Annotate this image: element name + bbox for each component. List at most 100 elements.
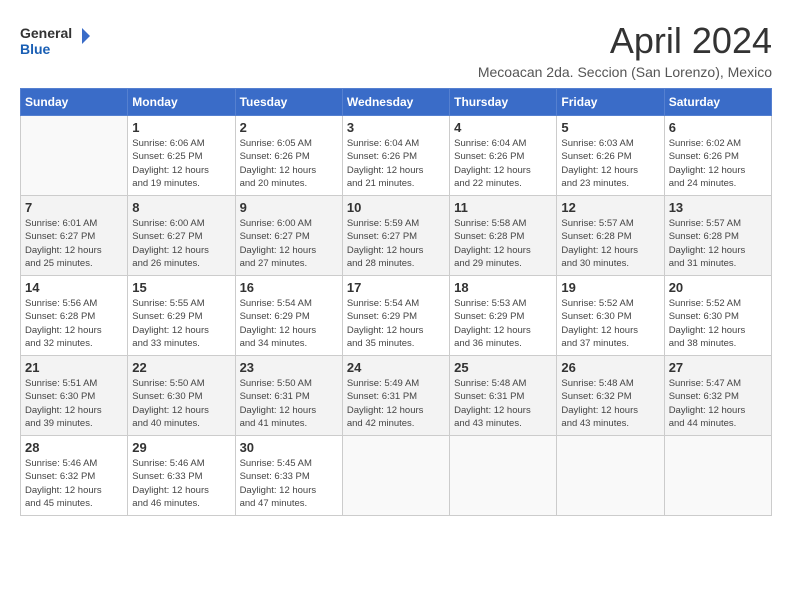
calendar-cell: 6 Sunrise: 6:02 AM Sunset: 6:26 PM Daylig… <box>664 116 771 196</box>
day-info: Sunrise: 6:01 AM Sunset: 6:27 PM Dayligh… <box>25 217 123 270</box>
calendar-cell: 1 Sunrise: 6:06 AM Sunset: 6:25 PM Daylig… <box>128 116 235 196</box>
day-info: Sunrise: 5:59 AM Sunset: 6:27 PM Dayligh… <box>347 217 445 270</box>
day-info: Sunrise: 6:04 AM Sunset: 6:26 PM Dayligh… <box>347 137 445 190</box>
day-info: Sunrise: 5:54 AM Sunset: 6:29 PM Dayligh… <box>347 297 445 350</box>
day-info: Sunrise: 6:02 AM Sunset: 6:26 PM Dayligh… <box>669 137 767 190</box>
calendar-cell: 21 Sunrise: 5:51 AM Sunset: 6:30 PM Dayli… <box>21 356 128 436</box>
day-number: 26 <box>561 360 659 375</box>
day-info: Sunrise: 5:45 AM Sunset: 6:33 PM Dayligh… <box>240 457 338 510</box>
calendar-cell: 2 Sunrise: 6:05 AM Sunset: 6:26 PM Daylig… <box>235 116 342 196</box>
day-number: 19 <box>561 280 659 295</box>
day-info: Sunrise: 5:51 AM Sunset: 6:30 PM Dayligh… <box>25 377 123 430</box>
weekday-header-friday: Friday <box>557 89 664 116</box>
calendar-cell: 10 Sunrise: 5:59 AM Sunset: 6:27 PM Dayli… <box>342 196 449 276</box>
weekday-header-saturday: Saturday <box>664 89 771 116</box>
day-number: 13 <box>669 200 767 215</box>
day-info: Sunrise: 6:04 AM Sunset: 6:26 PM Dayligh… <box>454 137 552 190</box>
day-info: Sunrise: 5:50 AM Sunset: 6:31 PM Dayligh… <box>240 377 338 430</box>
calendar-table: SundayMondayTuesdayWednesdayThursdayFrid… <box>20 88 772 516</box>
day-number: 14 <box>25 280 123 295</box>
week-row-3: 14 Sunrise: 5:56 AM Sunset: 6:28 PM Dayli… <box>21 276 772 356</box>
logo-svg: General Blue <box>20 20 90 60</box>
day-number: 10 <box>347 200 445 215</box>
calendar-cell: 16 Sunrise: 5:54 AM Sunset: 6:29 PM Dayli… <box>235 276 342 356</box>
day-number: 20 <box>669 280 767 295</box>
logo: General Blue <box>20 20 90 60</box>
weekday-header-wednesday: Wednesday <box>342 89 449 116</box>
week-row-1: 1 Sunrise: 6:06 AM Sunset: 6:25 PM Daylig… <box>21 116 772 196</box>
day-info: Sunrise: 5:52 AM Sunset: 6:30 PM Dayligh… <box>669 297 767 350</box>
calendar-cell: 24 Sunrise: 5:49 AM Sunset: 6:31 PM Dayli… <box>342 356 449 436</box>
day-info: Sunrise: 5:58 AM Sunset: 6:28 PM Dayligh… <box>454 217 552 270</box>
location-subtitle: Mecoacan 2da. Seccion (San Lorenzo), Mex… <box>478 64 772 80</box>
day-info: Sunrise: 6:06 AM Sunset: 6:25 PM Dayligh… <box>132 137 230 190</box>
day-number: 27 <box>669 360 767 375</box>
calendar-cell: 20 Sunrise: 5:52 AM Sunset: 6:30 PM Dayli… <box>664 276 771 356</box>
calendar-cell: 15Sunrise: 5:55 AM Sunset: 6:29 PM Dayli… <box>128 276 235 356</box>
calendar-cell: 14 Sunrise: 5:56 AM Sunset: 6:28 PM Dayli… <box>21 276 128 356</box>
day-number: 21 <box>25 360 123 375</box>
day-number: 5 <box>561 120 659 135</box>
calendar-cell <box>557 436 664 516</box>
day-info: Sunrise: 5:49 AM Sunset: 6:31 PM Dayligh… <box>347 377 445 430</box>
day-info: Sunrise: 5:50 AM Sunset: 6:30 PM Dayligh… <box>132 377 230 430</box>
calendar-cell: 7 Sunrise: 6:01 AM Sunset: 6:27 PM Daylig… <box>21 196 128 276</box>
calendar-cell: 5 Sunrise: 6:03 AM Sunset: 6:26 PM Daylig… <box>557 116 664 196</box>
svg-text:General: General <box>20 25 72 41</box>
day-number: 17 <box>347 280 445 295</box>
calendar-cell: 18Sunrise: 5:53 AM Sunset: 6:29 PM Dayli… <box>450 276 557 356</box>
calendar-cell: 17 Sunrise: 5:54 AM Sunset: 6:29 PM Dayli… <box>342 276 449 356</box>
day-info: Sunrise: 6:00 AM Sunset: 6:27 PM Dayligh… <box>240 217 338 270</box>
weekday-header-tuesday: Tuesday <box>235 89 342 116</box>
calendar-cell <box>21 116 128 196</box>
day-number: 28 <box>25 440 123 455</box>
calendar-cell: 28 Sunrise: 5:46 AM Sunset: 6:32 PM Dayli… <box>21 436 128 516</box>
week-row-5: 28 Sunrise: 5:46 AM Sunset: 6:32 PM Dayli… <box>21 436 772 516</box>
day-number: 1 <box>132 120 230 135</box>
calendar-cell: 30Sunrise: 5:45 AM Sunset: 6:33 PM Dayli… <box>235 436 342 516</box>
day-info: Sunrise: 5:57 AM Sunset: 6:28 PM Dayligh… <box>561 217 659 270</box>
calendar-cell: 27 Sunrise: 5:47 AM Sunset: 6:32 PM Dayli… <box>664 356 771 436</box>
day-number: 2 <box>240 120 338 135</box>
day-info: Sunrise: 6:05 AM Sunset: 6:26 PM Dayligh… <box>240 137 338 190</box>
calendar-cell: 8Sunrise: 6:00 AM Sunset: 6:27 PM Daylig… <box>128 196 235 276</box>
day-info: Sunrise: 5:47 AM Sunset: 6:32 PM Dayligh… <box>669 377 767 430</box>
calendar-cell: 23 Sunrise: 5:50 AM Sunset: 6:31 PM Dayli… <box>235 356 342 436</box>
month-title: April 2024 <box>478 20 772 62</box>
calendar-cell <box>664 436 771 516</box>
day-number: 4 <box>454 120 552 135</box>
day-info: Sunrise: 5:46 AM Sunset: 6:33 PM Dayligh… <box>132 457 230 510</box>
calendar-cell: 9 Sunrise: 6:00 AM Sunset: 6:27 PM Daylig… <box>235 196 342 276</box>
day-info: Sunrise: 6:03 AM Sunset: 6:26 PM Dayligh… <box>561 137 659 190</box>
day-number: 6 <box>669 120 767 135</box>
week-row-4: 21 Sunrise: 5:51 AM Sunset: 6:30 PM Dayli… <box>21 356 772 436</box>
day-number: 24 <box>347 360 445 375</box>
week-row-2: 7 Sunrise: 6:01 AM Sunset: 6:27 PM Daylig… <box>21 196 772 276</box>
day-info: Sunrise: 6:00 AM Sunset: 6:27 PM Dayligh… <box>132 217 230 270</box>
weekday-header-sunday: Sunday <box>21 89 128 116</box>
day-number: 7 <box>25 200 123 215</box>
day-number: 18 <box>454 280 552 295</box>
weekday-header-row: SundayMondayTuesdayWednesdayThursdayFrid… <box>21 89 772 116</box>
day-info: Sunrise: 5:56 AM Sunset: 6:28 PM Dayligh… <box>25 297 123 350</box>
page-header: General Blue April 2024 Mecoacan 2da. Se… <box>20 20 772 80</box>
day-number: 9 <box>240 200 338 215</box>
day-number: 3 <box>347 120 445 135</box>
day-info: Sunrise: 5:48 AM Sunset: 6:32 PM Dayligh… <box>561 377 659 430</box>
calendar-cell: 22 Sunrise: 5:50 AM Sunset: 6:30 PM Dayli… <box>128 356 235 436</box>
svg-text:Blue: Blue <box>20 41 51 57</box>
day-number: 16 <box>240 280 338 295</box>
day-number: 29 <box>132 440 230 455</box>
calendar-cell: 19 Sunrise: 5:52 AM Sunset: 6:30 PM Dayli… <box>557 276 664 356</box>
day-info: Sunrise: 5:46 AM Sunset: 6:32 PM Dayligh… <box>25 457 123 510</box>
day-number: 25 <box>454 360 552 375</box>
calendar-cell <box>450 436 557 516</box>
day-number: 23 <box>240 360 338 375</box>
calendar-cell: 4 Sunrise: 6:04 AM Sunset: 6:26 PM Daylig… <box>450 116 557 196</box>
day-number: 22 <box>132 360 230 375</box>
title-block: April 2024 Mecoacan 2da. Seccion (San Lo… <box>478 20 772 80</box>
day-info: Sunrise: 5:52 AM Sunset: 6:30 PM Dayligh… <box>561 297 659 350</box>
day-number: 11 <box>454 200 552 215</box>
calendar-cell: 3 Sunrise: 6:04 AM Sunset: 6:26 PM Daylig… <box>342 116 449 196</box>
day-info: Sunrise: 5:54 AM Sunset: 6:29 PM Dayligh… <box>240 297 338 350</box>
